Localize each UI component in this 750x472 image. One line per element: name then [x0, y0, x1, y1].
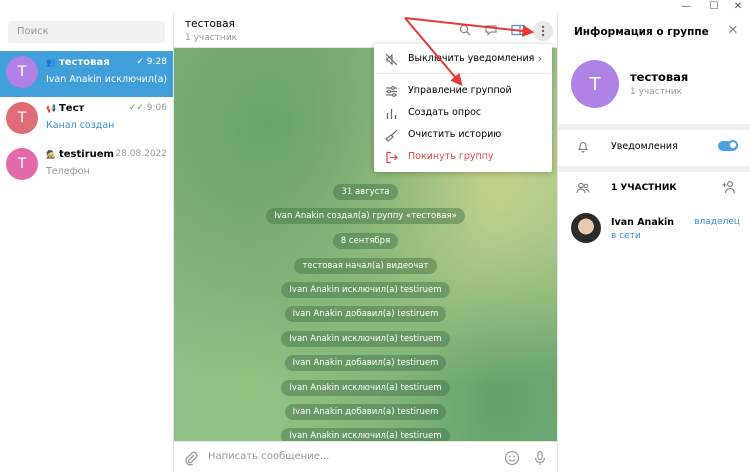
panel-title: Информация о группе	[574, 26, 709, 38]
chevron-right-icon: ›	[537, 52, 542, 65]
close-icon[interactable]: ✕	[726, 23, 740, 38]
chat-title: тестовая	[185, 18, 235, 30]
group-subtitle: 1 участник	[630, 87, 683, 97]
dialog-name: тестовая	[58, 57, 110, 68]
menu-divider	[374, 73, 552, 74]
microphone-icon[interactable]	[532, 450, 548, 466]
service-message: тестовая начал(а) видеочат	[174, 258, 557, 274]
service-message-date: 8 сентября	[174, 233, 557, 249]
secret-chat-icon: 🕵	[46, 150, 56, 159]
add-member-icon[interactable]	[722, 180, 738, 194]
menu-item-manage-group[interactable]: Управление группой	[374, 80, 552, 102]
members-header: 1 УЧАСТНИК	[611, 183, 677, 193]
manage-icon	[384, 84, 398, 98]
avatar: T	[6, 102, 38, 134]
chat-subtitle: 1 участник	[185, 33, 238, 43]
dialog-name: testiruem	[58, 149, 114, 160]
attach-icon[interactable]	[183, 450, 199, 466]
video-chat-icon[interactable]	[483, 22, 499, 38]
dialogs-panel: Поиск T 👥 тестовая ✓ 9:28 Ivan Anakin иск…	[0, 12, 174, 472]
group-icon: 👥	[46, 58, 56, 67]
member-name[interactable]: Ivan Anakin	[611, 217, 674, 228]
menu-item-mute[interactable]: Выключить уведомления ›	[374, 48, 552, 70]
dialog-item-test[interactable]: T 📢 Тест ✓✓ 9:06 Канал создан	[0, 97, 173, 143]
service-message: Ivan Anakin добавил(а) testiruem	[174, 306, 557, 322]
channel-icon: 📢	[46, 104, 56, 113]
more-menu-icon[interactable]	[533, 21, 553, 41]
chat-header[interactable]: тестовая 1 участник	[174, 12, 557, 48]
message-input[interactable]: Написать сообщение...	[208, 451, 329, 462]
sidebar-toggle-icon[interactable]	[510, 22, 526, 38]
avatar: T	[6, 56, 38, 88]
dialog-time: 28.08.2022	[115, 149, 167, 159]
group-name: тестовая	[630, 70, 689, 84]
dialog-item-testovaya[interactable]: T 👥 тестовая ✓ 9:28 Ivan Anakin исключил(…	[0, 51, 173, 97]
avatar: T	[6, 148, 38, 180]
mute-icon	[384, 52, 398, 66]
dialog-name: Тест	[58, 103, 85, 114]
member-role-badge: владелец	[694, 217, 740, 227]
read-check-icon: ✓	[136, 57, 147, 67]
service-message: Ivan Anakin исключил(а) testiruem	[174, 282, 557, 298]
search-input[interactable]: Поиск	[8, 21, 165, 43]
group-info-panel: Информация о группе ✕ T тестовая 1 участ…	[557, 12, 750, 472]
service-message: Ivan Anakin добавил(а) testiruem	[174, 404, 557, 420]
service-message: Ivan Anakin исключил(а) testiruem	[174, 380, 557, 396]
member-status: в сети	[611, 231, 641, 241]
bell-icon	[576, 139, 590, 153]
window-titlebar: — ☐ ✕	[0, 0, 750, 12]
dialog-last-message: Канал создан	[46, 120, 115, 131]
read-double-check-icon: ✓✓	[128, 103, 147, 113]
service-message: Ivan Anakin добавил(а) testiruem	[174, 355, 557, 371]
members-icon	[576, 181, 590, 195]
menu-item-leave-group[interactable]: Покинуть группу	[374, 146, 552, 168]
dialog-last-message: Телефон	[46, 166, 90, 177]
service-message: Ivan Anakin исключил(а) testiruem	[174, 331, 557, 347]
section-divider	[558, 124, 750, 130]
notifications-toggle[interactable]	[718, 140, 738, 151]
section-divider	[558, 166, 750, 172]
member-avatar[interactable]	[571, 213, 601, 243]
notifications-label: Уведомления	[611, 141, 678, 152]
dialog-item-testiruem[interactable]: T 🕵 testiruem 28.08.2022 Телефон	[0, 143, 173, 189]
dialog-time: 9:06	[146, 103, 167, 113]
menu-item-create-poll[interactable]: Создать опрос	[374, 102, 552, 124]
close-window-button[interactable]: ✕	[724, 0, 750, 12]
leave-icon	[384, 150, 398, 164]
service-message: Ivan Anakin создал(а) группу «тестовая»	[174, 208, 557, 224]
menu-item-clear-history[interactable]: Очистить историю	[374, 124, 552, 146]
message-composer: Написать сообщение...	[174, 441, 557, 472]
dialog-last-message: Ivan Anakin исключил(а) testiruem	[46, 74, 168, 85]
emoji-icon[interactable]	[504, 450, 520, 466]
broom-icon	[384, 128, 398, 142]
search-icon[interactable]	[457, 22, 473, 38]
dialog-time: 9:28	[146, 57, 167, 67]
poll-icon	[384, 106, 398, 120]
group-avatar: T	[571, 60, 619, 108]
minimize-button[interactable]: —	[672, 0, 700, 12]
service-message-date: 31 августа	[174, 184, 557, 200]
service-message: Ivan Anakin исключил(а) testiruem	[174, 428, 557, 441]
chat-options-menu: Выключить уведомления › Управление групп…	[374, 44, 552, 172]
